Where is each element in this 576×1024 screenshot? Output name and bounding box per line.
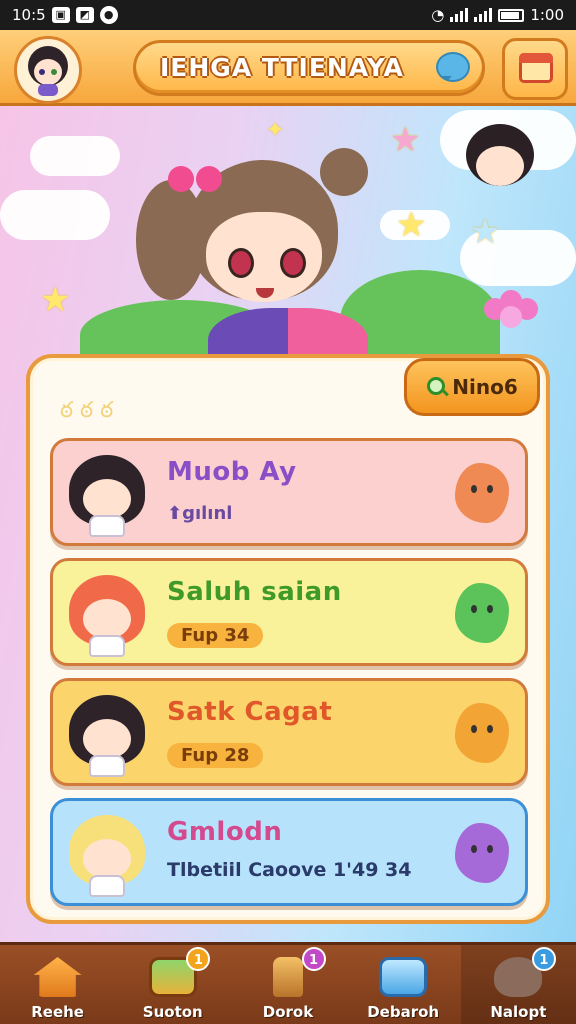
level-pill: Fup 34: [167, 623, 264, 648]
nav-item-dorok[interactable]: 1 Dorok: [230, 945, 345, 1024]
battery-icon: [498, 8, 525, 22]
status-bar: 10:5 ▣ ◩ ● ◔ 1:00: [0, 0, 576, 30]
nav-item-suoton[interactable]: 1 Suoton: [115, 945, 230, 1024]
signal-icon: [450, 8, 469, 22]
status-left: 10:5 ▣ ◩ ●: [12, 6, 118, 24]
card-subtitle: ⬆gılınl: [167, 503, 233, 524]
card-level-pill: Fup 34: [167, 623, 264, 648]
bottom-nav: Reehe 1 Suoton 1 Dorok Debaroh 1 Nalopt: [0, 942, 576, 1024]
nav-label: Nalopt: [490, 1003, 547, 1021]
nav-item-nalopt[interactable]: 1 Nalopt: [460, 945, 576, 1024]
yellow-blob-pet-icon: [455, 703, 509, 763]
card-subtitle: Tlbetiil Caoove 1'49 34: [167, 859, 412, 881]
avatar-body: [89, 515, 125, 537]
image-icon: ◩: [75, 7, 94, 23]
calendar-icon: [519, 53, 553, 83]
star-icon: ★: [396, 205, 427, 245]
friend-character[interactable]: [462, 122, 540, 196]
avatar-face: [83, 599, 131, 639]
nav-label: Reehe: [31, 1003, 84, 1021]
status-time: 10:5: [12, 6, 46, 24]
star-icon: ★: [40, 280, 71, 320]
orange-blob-pet-icon: [455, 463, 509, 523]
nav-item-home[interactable]: Reehe: [0, 945, 115, 1024]
character-card-1[interactable]: Muob Ay ⬆gılınl: [50, 438, 528, 546]
search-button[interactable]: Nino6: [404, 358, 540, 416]
card-avatar: [63, 571, 151, 659]
nav-label: Dorok: [262, 1003, 314, 1021]
sparkle-doodle-icon: ఠ ఠ ఠ: [60, 398, 114, 423]
notification-badge: 1: [301, 947, 326, 971]
nav-label: Debaroh: [367, 1003, 440, 1021]
avatar-body: [89, 635, 125, 657]
level-pill: Fup 28: [167, 743, 264, 768]
nav-item-debaroh[interactable]: Debaroh: [346, 945, 461, 1024]
avatar-face: [83, 839, 131, 879]
calendar-button[interactable]: [502, 38, 568, 100]
search-icon: [426, 376, 448, 398]
message-icon: ●: [99, 6, 118, 24]
purple-blob-pet-icon: [455, 823, 509, 883]
notification-badge: 1: [186, 947, 211, 971]
card-name: Saluh saian: [167, 577, 342, 607]
avatar-face: [83, 479, 131, 519]
title-plate: IEHGA TTIENAYA: [133, 40, 485, 96]
notification-badge: 1: [531, 947, 556, 971]
character-eye: [228, 248, 254, 278]
character-card-3[interactable]: Satk Cagat Fup 28: [50, 678, 528, 786]
cloud-decoration: [30, 136, 120, 176]
card-name: Gmlodn: [167, 817, 283, 847]
wifi-icon: ◔: [431, 6, 445, 24]
globe-tablet-icon: [379, 957, 428, 997]
character-card-4[interactable]: Gmlodn Tlbetiil Caoove 1'49 34: [50, 798, 528, 906]
status-clock: 1:00: [530, 6, 564, 24]
avatar-body: [89, 875, 125, 897]
character-card-2[interactable]: Saluh saian Fup 34: [50, 558, 528, 666]
friend-face: [476, 146, 524, 186]
game-title: IEHGA TTIENAYA: [160, 53, 404, 82]
signal-icon-2: [474, 8, 493, 22]
character-bun: [320, 148, 368, 196]
card-name: Muob Ay: [167, 457, 297, 487]
top-header: IEHGA TTIENAYA: [0, 30, 576, 106]
avatar-girl-icon: [28, 46, 68, 96]
card-avatar: [63, 811, 151, 899]
card-level-pill: Fup 28: [167, 743, 264, 768]
star-icon: ★: [470, 212, 501, 252]
character-eye: [280, 248, 306, 278]
status-right: ◔ 1:00: [431, 6, 564, 24]
player-avatar[interactable]: [14, 36, 82, 104]
home-icon: [33, 957, 82, 997]
avatar-body: [89, 755, 125, 777]
flower-icon: [484, 290, 538, 330]
green-blob-pet-icon: [455, 583, 509, 643]
card-name: Satk Cagat: [167, 697, 333, 727]
card-avatar: [63, 691, 151, 779]
search-button-label: Nino6: [452, 375, 518, 399]
nav-label: Suoton: [142, 1003, 203, 1021]
cloud-decoration: [0, 190, 110, 240]
card-avatar: [63, 451, 151, 539]
bow-icon: [168, 160, 224, 200]
avatar-face: [83, 719, 131, 759]
notification-icon: ▣: [51, 7, 70, 23]
flashlight-icon: [272, 957, 303, 997]
chat-bubble-icon[interactable]: [436, 52, 470, 82]
